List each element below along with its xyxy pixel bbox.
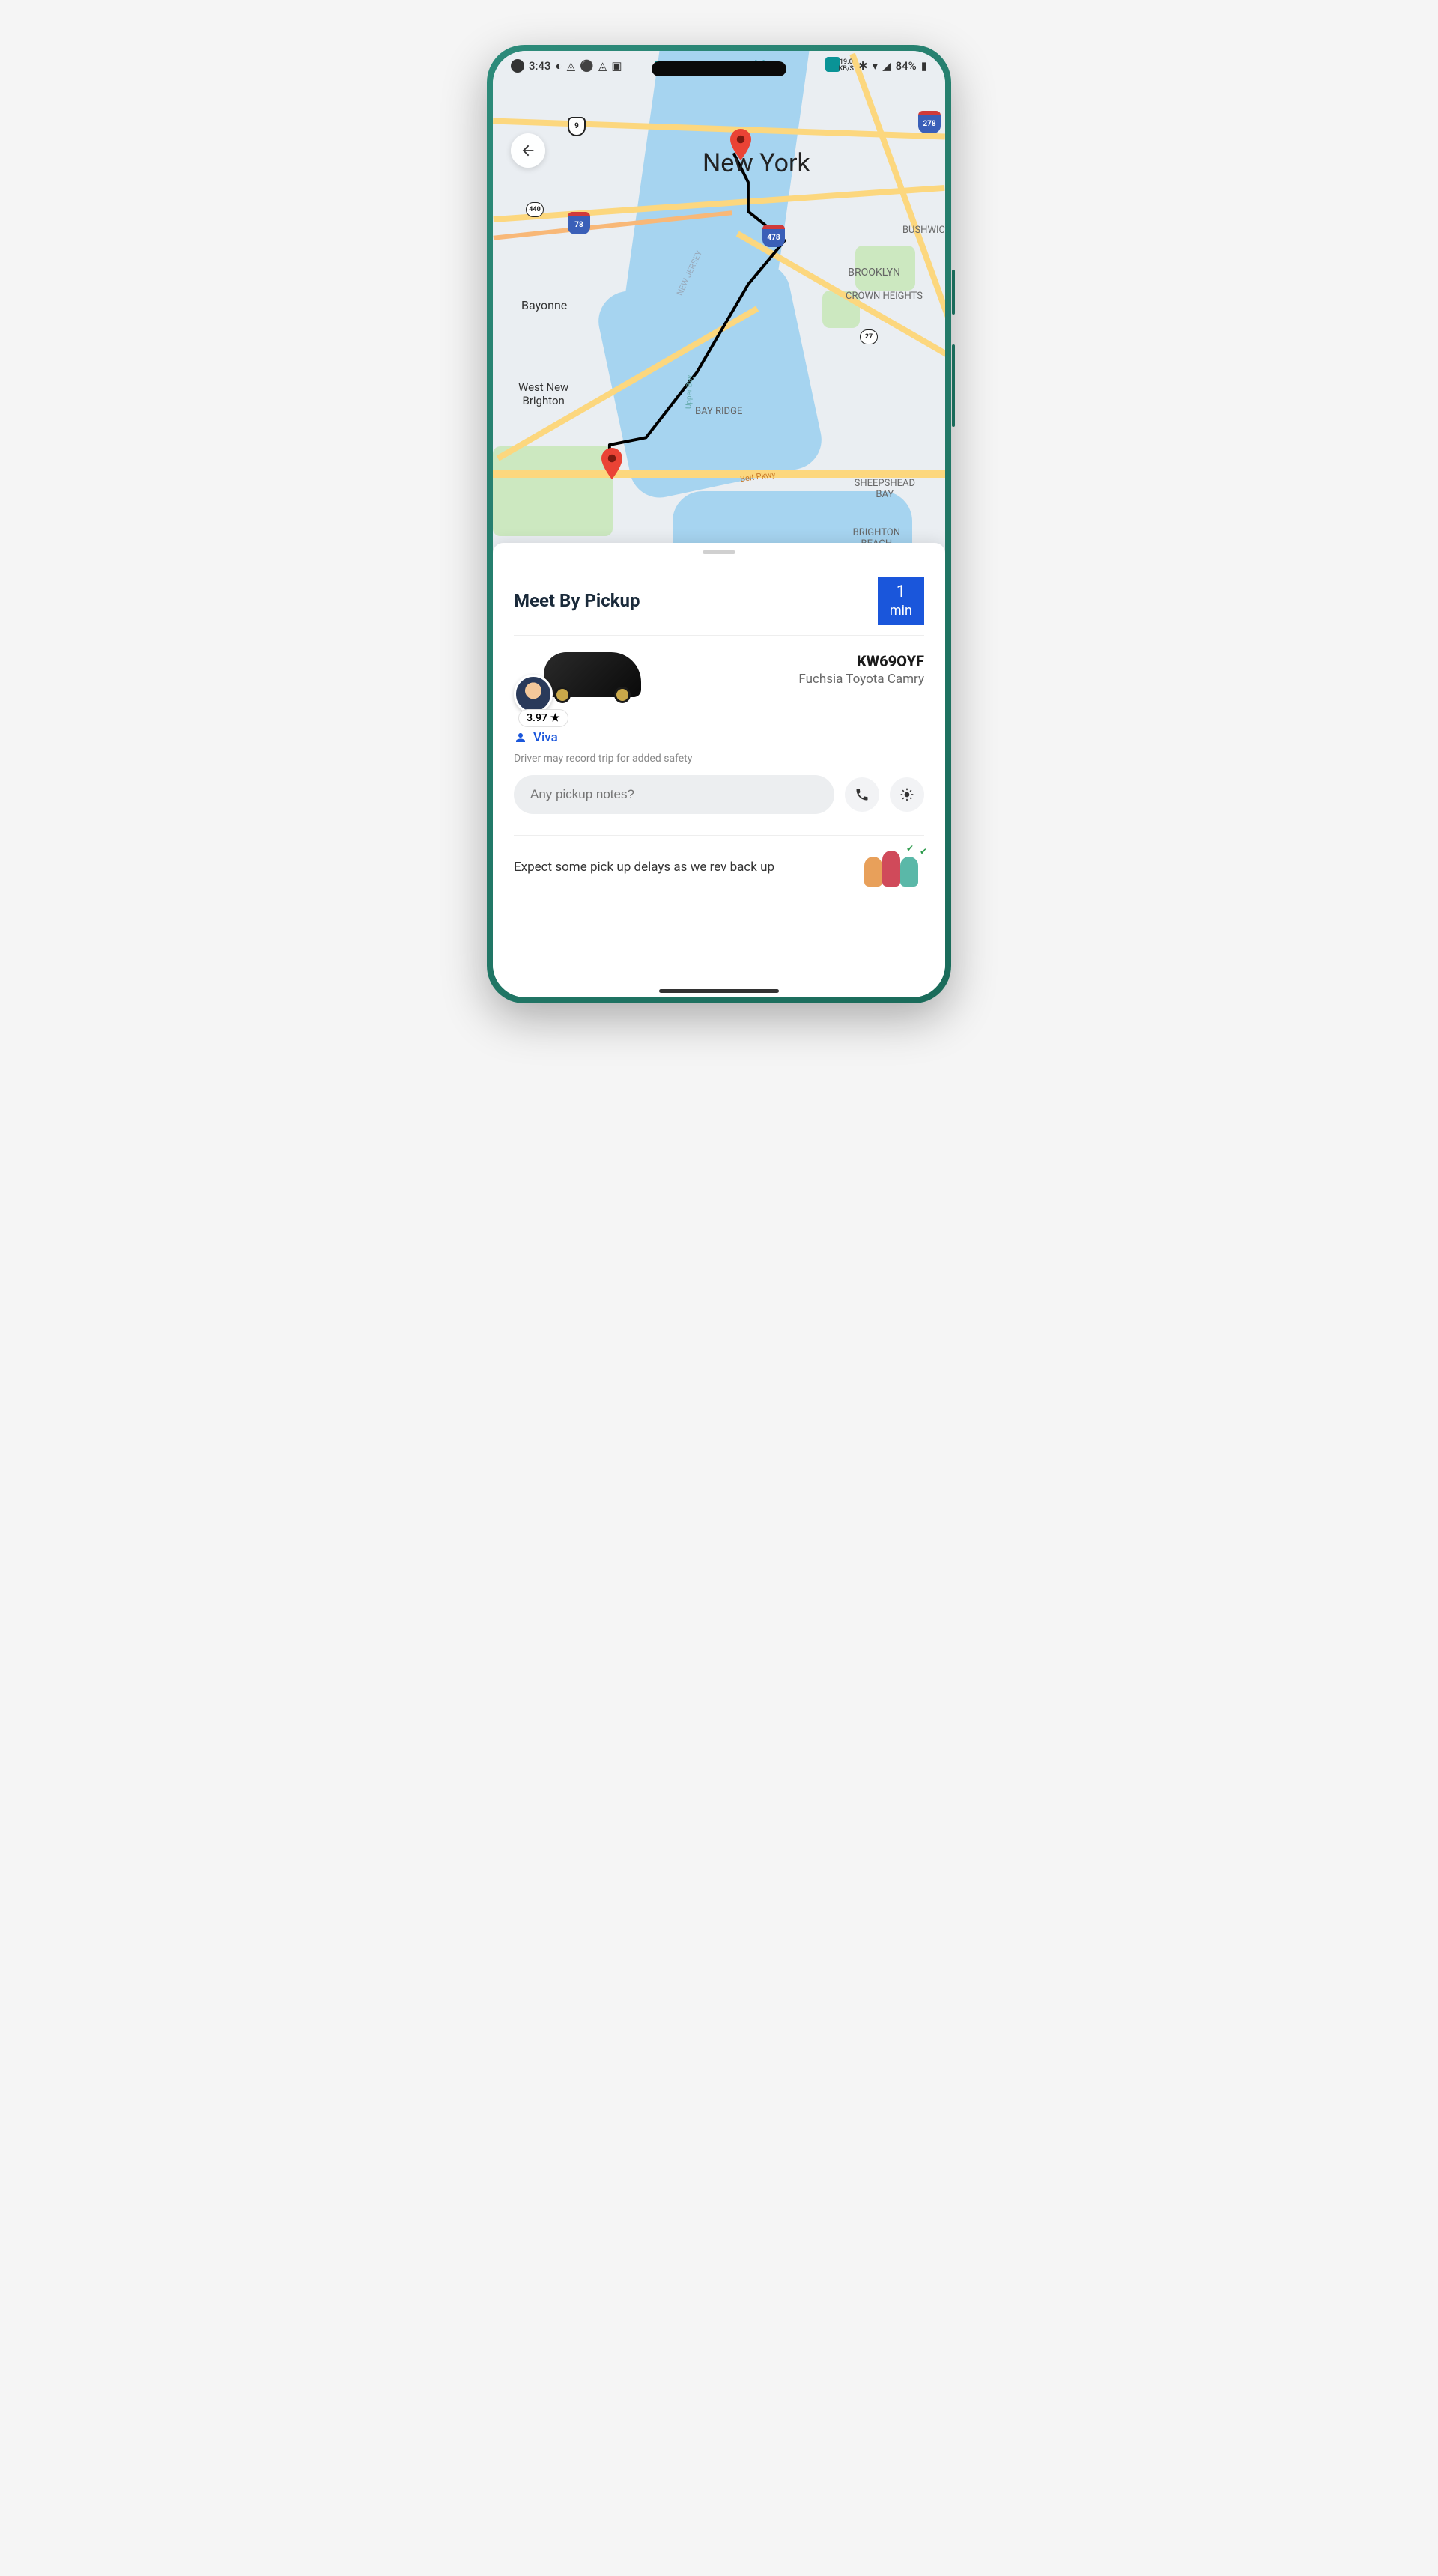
map-label-bayonne: Bayonne: [521, 298, 567, 312]
back-button[interactable]: [511, 133, 545, 168]
side-button-1: [952, 270, 955, 315]
person-illus-3: [900, 857, 918, 887]
status-app-icon-4: ⚫: [580, 59, 594, 73]
bottom-sheet: Meet By Pickup 1 min: [493, 543, 945, 997]
driver-name: Viva: [533, 730, 558, 745]
divider-1: [514, 635, 924, 636]
map-label-crown: CROWN HEIGHTS: [846, 291, 923, 302]
safety-note: Driver may record trip for added safety: [514, 753, 924, 765]
battery-percent: 84%: [896, 59, 917, 73]
eta-badge: 1 min: [878, 577, 924, 625]
map-label-wnb: West New Brighton: [518, 380, 568, 407]
map-background: New York Bayonne West New Brighton BAY R…: [493, 51, 945, 581]
eta-unit: min: [890, 603, 912, 619]
driver-info-row: 3.97 ★ KW69OYF Fuchsia Toyota Camry: [514, 652, 924, 720]
driver-name-row[interactable]: Viva: [514, 730, 924, 745]
home-indicator[interactable]: [659, 989, 779, 993]
map-label-brooklyn: BROOKLYN: [848, 267, 900, 279]
map-label-sheepshead: SHEEPSHEAD BAY: [855, 478, 915, 500]
eta-value: 1: [890, 583, 912, 602]
vehicle-description: Fuchsia Toyota Camry: [798, 672, 924, 687]
license-plate: KW69OYF: [798, 652, 924, 670]
map-label-bushwick: BUSHWIC: [902, 225, 945, 236]
people-illustration: ✔ ✔: [864, 849, 924, 887]
map-label-main: New York: [703, 148, 810, 178]
map-park-2: [493, 446, 613, 536]
battery-icon: ▮: [921, 59, 927, 73]
status-time: 3:43: [529, 59, 551, 73]
car-wheel-front: [554, 687, 571, 703]
wifi-icon: ▾: [873, 59, 879, 73]
phone-icon: [855, 787, 870, 802]
check-icon-2: ✔: [906, 843, 914, 854]
status-network: 19.0KB/S: [839, 59, 854, 73]
rating-value: 3.97: [527, 712, 547, 724]
map-label-bayridge: BAY RIDGE: [695, 406, 742, 417]
pickup-notes-input[interactable]: [514, 775, 834, 814]
status-app-icon: [511, 59, 524, 73]
person-icon: [514, 731, 527, 744]
person-illus-1: [864, 857, 882, 887]
shield-27: 27: [860, 329, 878, 344]
sheet-drag-handle[interactable]: [703, 550, 735, 554]
map-road-belt: [493, 470, 945, 478]
delay-message: Expect some pick up delays as we rev bac…: [514, 859, 864, 877]
star-icon: ★: [550, 712, 560, 724]
brightness-icon: [899, 787, 914, 802]
map-pin-origin[interactable]: [601, 448, 623, 479]
status-right: 19.0KB/S ✱ ▾ ◢ 84% ▮: [839, 59, 927, 73]
shield-i78: 78: [568, 212, 590, 234]
driver-visual: 3.97 ★: [514, 652, 634, 720]
brightness-button[interactable]: [890, 777, 924, 812]
status-app-icon-2: ◐: [556, 59, 562, 73]
shield-440: 440: [526, 202, 544, 217]
phone-screen: 3:43 ◐ ◬ ⚫ ◬ ▣ 19.0KB/S ✱ ▾ ◢ 84% ▮: [493, 51, 945, 997]
notes-row: [514, 775, 924, 814]
map-label-upperbay: Upper Bay: [685, 375, 694, 410]
driver-avatar[interactable]: [514, 675, 553, 714]
status-app-icon-3: ◬: [567, 59, 576, 73]
bluetooth-icon: ✱: [858, 59, 868, 73]
driver-rating: 3.97 ★: [518, 709, 568, 727]
pickup-header: Meet By Pickup 1 min: [514, 577, 924, 625]
status-app-icon-6: ▣: [611, 59, 622, 73]
side-button-2: [952, 344, 955, 427]
person-illus-2: [882, 851, 900, 887]
notch: [652, 61, 786, 76]
car-wheel-rear: [614, 687, 631, 703]
check-icon: ✔: [920, 846, 927, 857]
status-left: 3:43 ◐ ◬ ⚫ ◬ ▣: [511, 59, 622, 73]
call-driver-button[interactable]: [845, 777, 879, 812]
shield-i478: 478: [762, 225, 785, 247]
map-view[interactable]: New York Bayonne West New Brighton BAY R…: [493, 51, 945, 581]
delay-notice-row: Expect some pick up delays as we rev bac…: [514, 835, 924, 887]
shield-us9: 9: [568, 117, 586, 136]
car-image: [544, 652, 641, 697]
signal-icon: ◢: [882, 59, 891, 73]
shield-i278-a: 278: [918, 111, 941, 133]
vehicle-info: KW69OYF Fuchsia Toyota Camry: [798, 652, 924, 687]
arrow-left-icon: [520, 142, 536, 159]
pickup-title: Meet By Pickup: [514, 590, 640, 611]
status-app-icon-5: ◬: [598, 59, 607, 73]
phone-frame: 3:43 ◐ ◬ ⚫ ◬ ▣ 19.0KB/S ✱ ▾ ◢ 84% ▮: [487, 45, 951, 1003]
